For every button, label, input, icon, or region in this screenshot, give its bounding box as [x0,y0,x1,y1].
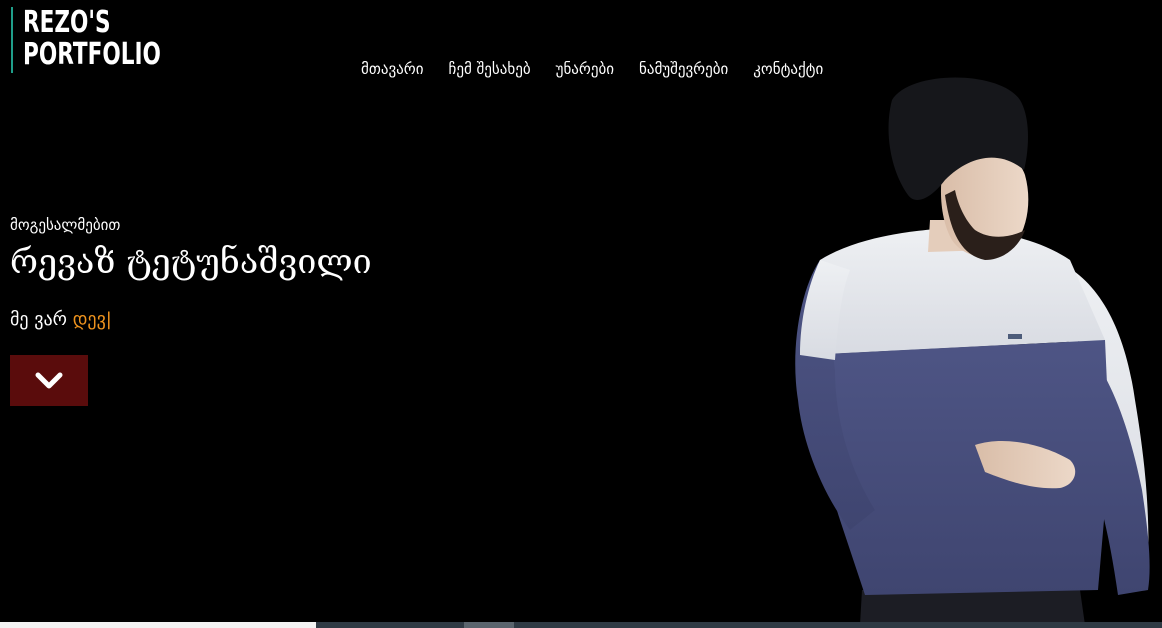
portrait-photo [795,77,1150,625]
nav-item-skills[interactable]: უნარები [556,58,614,80]
hero-name: რევაზ ტეტუნაშვილი [10,242,372,282]
role-prefix: მე ვარ [10,309,67,330]
nav-item-works[interactable]: ნამუშევრები [639,58,728,80]
scroll-down-button[interactable] [10,355,88,406]
typing-cursor: | [105,309,112,330]
logo-accent-bar [11,7,13,73]
chevron-down-icon [35,372,63,388]
main-nav: მთავარი ჩემ შესახებ უნარები ნამუშევრები … [361,58,823,80]
logo-line-1: REZO'S [23,5,111,40]
typed-role: დევ [72,309,106,330]
hero-greeting: მოგესალმებით [10,216,121,234]
bottom-progress-strip [0,622,1162,628]
logo-line-2: PORTFOLIO [23,37,161,72]
logo-text: REZO'S PORTFOLIO [23,7,161,73]
hero-page: REZO'S PORTFOLIO მთავარი ჩემ შესახებ უნა… [0,0,1162,628]
nav-item-home[interactable]: მთავარი [361,58,423,80]
hero-role-line: მე ვარ დევ| [10,309,112,330]
nav-item-about[interactable]: ჩემ შესახებ [448,58,530,80]
site-logo[interactable]: REZO'S PORTFOLIO [11,7,214,73]
